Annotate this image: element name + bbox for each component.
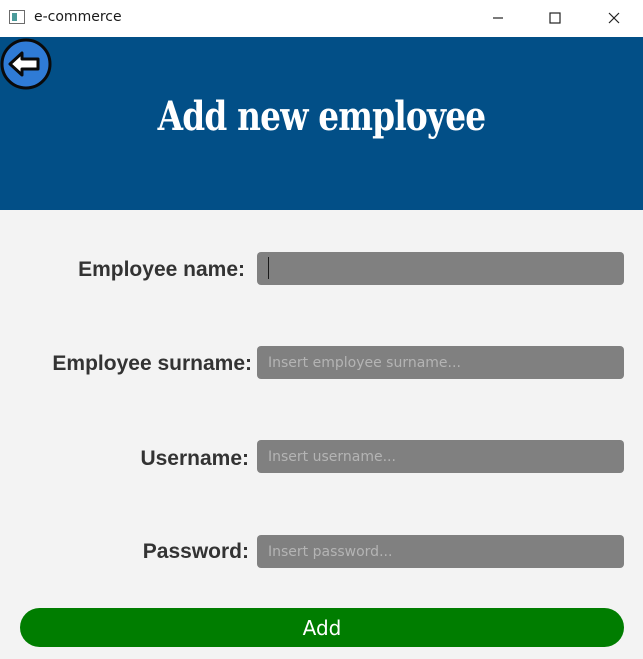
minimize-icon (493, 17, 503, 19)
app-icon (9, 10, 25, 24)
text-caret (268, 257, 269, 279)
window-titlebar: e-commerce (0, 0, 643, 37)
employee-surname-field[interactable] (257, 346, 624, 379)
add-button[interactable]: Add (20, 608, 624, 647)
employee-name-label: Employee name: (78, 258, 245, 281)
window-title: e-commerce (34, 9, 122, 25)
username-field[interactable] (257, 440, 624, 473)
maximize-icon (549, 12, 561, 24)
employee-name-field[interactable] (257, 252, 624, 285)
password-field[interactable] (257, 535, 624, 568)
close-icon (608, 12, 620, 24)
page-title: Add new employee (157, 93, 486, 140)
arrow-left-circle-icon (0, 38, 52, 90)
back-button[interactable] (0, 38, 52, 90)
employee-surname-label: Employee surname: (52, 352, 252, 375)
maximize-button[interactable] (532, 0, 578, 37)
close-button[interactable] (591, 0, 637, 37)
minimize-button[interactable] (475, 0, 521, 37)
page-header: Add new employee (0, 37, 643, 210)
username-label: Username: (140, 447, 249, 470)
password-label: Password: (142, 540, 249, 563)
